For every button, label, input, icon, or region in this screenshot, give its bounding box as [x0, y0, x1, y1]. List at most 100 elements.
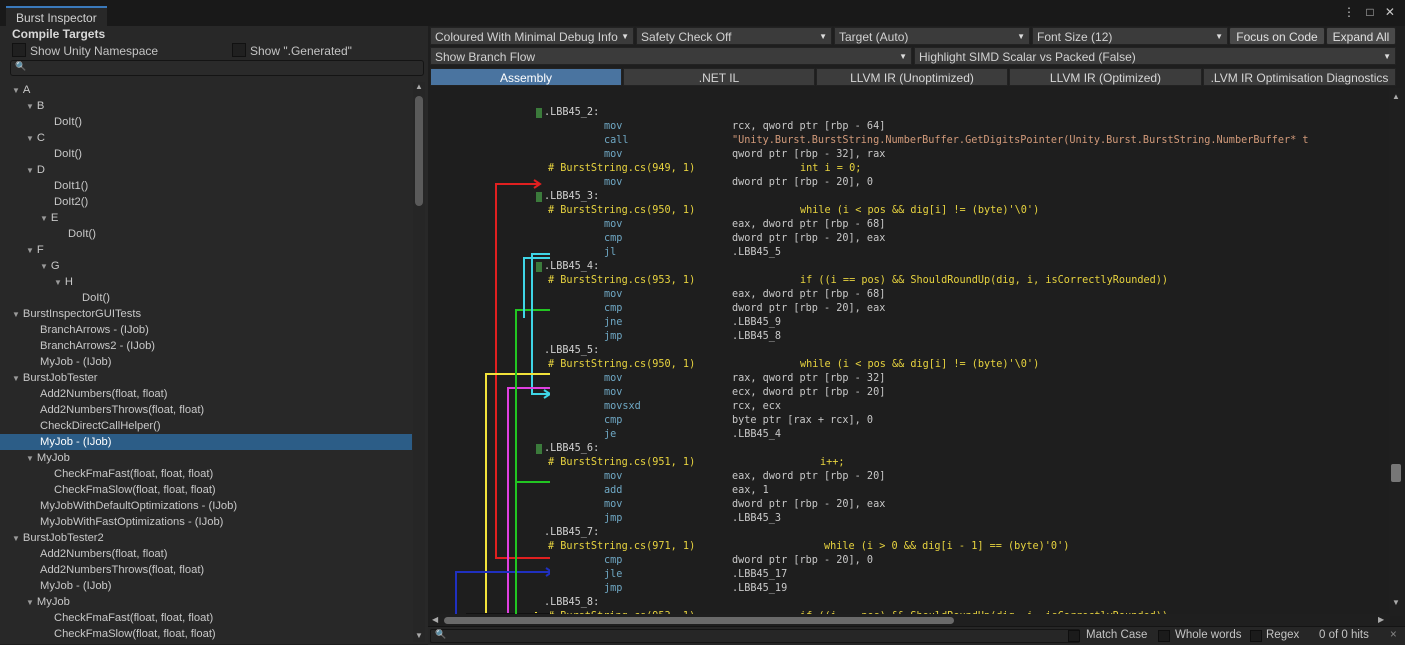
tree-item[interactable]: MyJob - (IJob)	[0, 434, 412, 450]
font-size-value: Font Size (12)	[1037, 30, 1113, 44]
expand-arrow-icon[interactable]: ▼	[26, 598, 34, 607]
tree-item-label: DoIt2()	[54, 196, 89, 208]
debug-info-dropdown[interactable]: Coloured With Minimal Debug Info ▼	[430, 27, 634, 45]
expand-arrow-icon[interactable]: ▼	[12, 534, 20, 543]
tree-item[interactable]: ▼ D	[0, 162, 412, 178]
code-opcode: cmp	[604, 303, 623, 314]
match-case-checkbox[interactable]	[1068, 630, 1080, 642]
tree-item[interactable]: ▼ C	[0, 130, 412, 146]
window-controls-icon[interactable]: ⋮ □ ✕	[1343, 5, 1399, 19]
find-input[interactable]: 🔍	[430, 629, 1080, 643]
scroll-left-icon[interactable]: ◀	[432, 615, 438, 624]
expand-arrow-icon[interactable]: ▼	[26, 134, 34, 143]
code-source-line: if ((i == pos) && ShouldRoundUp(dig, i, …	[800, 275, 1169, 286]
tree-item[interactable]: DoIt()	[0, 114, 412, 130]
code-vertical-scroll-thumb[interactable]	[1391, 464, 1401, 482]
tree-item[interactable]: DoIt1()	[0, 178, 412, 194]
scroll-right-icon[interactable]: ▶	[1378, 615, 1384, 624]
window-tab[interactable]: Burst Inspector	[6, 6, 107, 26]
show-generated-checkbox[interactable]	[232, 43, 246, 57]
highlight-simd-dropdown[interactable]: Highlight SIMD Scalar vs Packed (False) ▼	[914, 47, 1396, 65]
tree-item[interactable]: BranchArrows - (IJob)	[0, 322, 412, 338]
scroll-up-icon[interactable]: ▲	[1392, 92, 1400, 101]
scroll-down-icon[interactable]: ▼	[1392, 598, 1400, 607]
whole-words-checkbox[interactable]	[1158, 630, 1170, 642]
tree-item[interactable]: DoIt2()	[0, 194, 412, 210]
tree-item[interactable]: MyJobWithDefaultOptimizations - (IJob)	[0, 498, 412, 514]
regex-checkbox[interactable]	[1250, 630, 1262, 642]
tree-item[interactable]: CheckFmaSlow(float, float, float)	[0, 626, 412, 642]
code-horizontal-scrollbar[interactable]: ◀ ▶	[430, 614, 1390, 626]
assembly-code-view[interactable]: .LBB45_2: mov rcx, qword ptr [rbp - 64] cal…	[430, 88, 1388, 614]
tree-item[interactable]: ▼ BurstInspectorGUITests	[0, 306, 412, 322]
expand-arrow-icon[interactable]: ▼	[26, 166, 34, 175]
debug-info-value: Coloured With Minimal Debug Info	[435, 30, 618, 44]
tree-item[interactable]: ▼ A	[0, 82, 412, 98]
safety-check-dropdown[interactable]: Safety Check Off ▼	[636, 27, 832, 45]
tree-item[interactable]: ▼ BurstJobTester	[0, 370, 412, 386]
expand-arrow-icon[interactable]: ▼	[12, 86, 20, 95]
tree-scroll-thumb[interactable]	[415, 96, 423, 206]
tab-assembly[interactable]: Assembly	[430, 68, 622, 86]
expand-all-button[interactable]: Expand All	[1326, 27, 1396, 45]
tree-item[interactable]: CheckFmaFast(float, float, float)	[0, 466, 412, 482]
compile-targets-search-input[interactable]: 🔍	[10, 60, 424, 76]
code-opcode: jl	[604, 247, 617, 258]
tree-item[interactable]: MyJob - (IJob)	[0, 354, 412, 370]
show-unity-namespace-label: Show Unity Namespace	[30, 44, 159, 58]
expand-arrow-icon[interactable]: ▼	[40, 214, 48, 223]
tree-item[interactable]: ▼ H	[0, 274, 412, 290]
code-opcode: jmp	[604, 583, 623, 594]
tree-item[interactable]: MyJobWithFastOptimizations - (IJob)	[0, 514, 412, 530]
scroll-up-icon[interactable]: ▲	[415, 82, 423, 91]
tree-item[interactable]: DoIt()	[0, 226, 412, 242]
tree-item[interactable]: Add2Numbers(float, float)	[0, 386, 412, 402]
tree-item[interactable]: ▼ B	[0, 98, 412, 114]
tab-llvm-ir-optimisation-diagnostics[interactable]: .LVM IR Optimisation Diagnostics	[1203, 68, 1396, 86]
tree-scrollbar[interactable]: ▲ ▼	[413, 82, 425, 642]
expand-arrow-icon[interactable]: ▼	[12, 310, 20, 319]
tab-net-il[interactable]: .NET IL	[623, 68, 815, 86]
scroll-down-icon[interactable]: ▼	[415, 631, 423, 640]
focus-on-code-button[interactable]: Focus on Code	[1229, 27, 1325, 45]
compile-targets-panel: Compile Targets Show Unity Namespace Sho…	[0, 26, 428, 644]
expand-arrow-icon[interactable]: ▼	[54, 278, 62, 287]
tree-item[interactable]: ▼ MyJob	[0, 450, 412, 466]
font-size-dropdown[interactable]: Font Size (12) ▼	[1032, 27, 1228, 45]
tree-item-label: Add2NumbersThrows(float, float)	[40, 404, 205, 416]
tree-item[interactable]: ▼ MyJob	[0, 594, 412, 610]
target-dropdown[interactable]: Target (Auto) ▼	[834, 27, 1030, 45]
code-label: .LBB45_6:	[544, 443, 600, 454]
tree-item[interactable]: CheckFmaFast(float, float, float)	[0, 610, 412, 626]
tree-item[interactable]: Add2NumbersThrows(float, float)	[0, 562, 412, 578]
expand-arrow-icon[interactable]: ▼	[40, 262, 48, 271]
tree-item[interactable]: Add2Numbers(float, float)	[0, 546, 412, 562]
expand-arrow-icon[interactable]: ▼	[26, 246, 34, 255]
tree-item[interactable]: BranchArrows2 - (IJob)	[0, 338, 412, 354]
expand-arrow-icon[interactable]: ▼	[26, 102, 34, 111]
tree-item[interactable]: ▼ E	[0, 210, 412, 226]
tree-item[interactable]: ▼ F	[0, 242, 412, 258]
tree-item[interactable]: ▼ G	[0, 258, 412, 274]
tree-item[interactable]: DoIt()	[0, 146, 412, 162]
code-operands: eax, 1	[732, 485, 769, 496]
tree-item-label: CheckDirectCallHelper()	[40, 420, 161, 432]
code-horizontal-scroll-thumb[interactable]	[444, 617, 954, 624]
tree-item[interactable]: Add2NumbersThrows(float, float)	[0, 402, 412, 418]
expand-arrow-icon[interactable]: ▼	[26, 454, 34, 463]
tree-item-label: A	[22, 84, 31, 96]
tree-item[interactable]: MyJob - (IJob)	[0, 578, 412, 594]
code-vertical-scrollbar[interactable]: ▲ ▼	[1389, 88, 1403, 616]
tree-item-label: MyJob	[36, 452, 70, 464]
tree-item[interactable]: DoIt()	[0, 290, 412, 306]
expand-arrow-icon[interactable]: ▼	[12, 374, 20, 383]
branch-flow-dropdown[interactable]: Show Branch Flow ▼	[430, 47, 912, 65]
tree-item[interactable]: CheckFmaSlow(float, float, float)	[0, 482, 412, 498]
code-operands: rcx, qword ptr [rbp - 64]	[732, 121, 886, 132]
tree-item[interactable]: ▼ BurstJobTester2	[0, 530, 412, 546]
close-find-icon[interactable]: ×	[1390, 629, 1397, 641]
tab-llvm-ir-optimized[interactable]: LLVM IR (Optimized)	[1009, 68, 1202, 86]
tab-llvm-ir-unoptimized[interactable]: LLVM IR (Unoptimized)	[816, 68, 1008, 86]
show-unity-namespace-checkbox[interactable]	[12, 43, 26, 57]
tree-item[interactable]: CheckDirectCallHelper()	[0, 418, 412, 434]
